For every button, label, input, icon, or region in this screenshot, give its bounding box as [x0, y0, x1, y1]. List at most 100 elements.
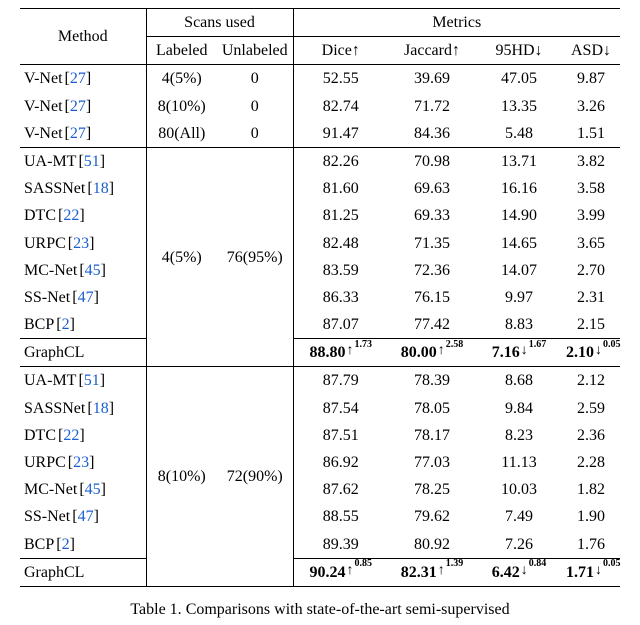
col-dice: Dice↑ — [293, 37, 388, 65]
table-caption: Table 1. Comparisons with state-of-the-a… — [20, 601, 620, 619]
method-name: V-Net — [24, 67, 63, 90]
metric-95hd: 7.16↓1.67 — [476, 339, 562, 367]
caption-text: Comparisons with state-of-the-art semi-s… — [186, 601, 510, 618]
method-name: V-Net — [24, 122, 63, 145]
table-row: MC-Net [45] 87.62 78.25 10.03 1.82 — [20, 476, 620, 503]
method-cell: GraphCL — [20, 558, 146, 586]
metric-95hd: 47.05 — [476, 65, 562, 93]
metric-asd: 1.51 — [562, 120, 620, 148]
method-cite: [27] — [65, 122, 92, 145]
method-name: DTC — [24, 424, 56, 447]
metric-95hd: 16.16 — [476, 175, 562, 202]
table-row: SASSNet [18] 81.60 69.63 16.16 3.58 — [20, 175, 620, 202]
metric-jaccard: 82.31↑1.39 — [388, 558, 476, 586]
metric-dice: 87.62 — [293, 476, 388, 503]
metric-95hd: 7.26 — [476, 531, 562, 559]
table-header-row: Method Scans used Metrics — [20, 9, 620, 37]
metric-95hd: 13.71 — [476, 147, 562, 175]
metric-95hd: 10.03 — [476, 476, 562, 503]
metric-jaccard: 80.00↑2.58 — [388, 339, 476, 367]
table-row: V-Net [27] 8(10%) 0 82.74 71.72 13.35 3.… — [20, 93, 620, 120]
unlabeled-cell: 76(95%) — [217, 147, 293, 367]
arrow-down-icon: ↓ — [520, 561, 529, 581]
method-cite: [22] — [58, 424, 85, 447]
metric-dice: 81.60 — [293, 175, 388, 202]
metric-asd: 2.31 — [562, 284, 620, 311]
method-name: MC-Net — [24, 259, 77, 282]
metric-dice: 87.79 — [293, 367, 388, 395]
method-cite: [2] — [56, 313, 75, 336]
table-row: URPC [23] 82.48 71.35 14.65 3.65 — [20, 230, 620, 257]
method-name: UA-MT — [24, 150, 76, 173]
unlabeled-cell: 72(90%) — [217, 367, 293, 587]
metric-jaccard: 76.15 — [388, 284, 476, 311]
metric-asd: 3.58 — [562, 175, 620, 202]
arrow-up-icon: ↑ — [437, 561, 446, 581]
method-name: SS-Net — [24, 505, 70, 528]
metric-dice: 86.92 — [293, 449, 388, 476]
method-cite: [27] — [65, 95, 92, 118]
method-name: SASSNet — [24, 177, 85, 200]
col-scans-used: Scans used — [146, 9, 293, 37]
method-name: UA-MT — [24, 369, 76, 392]
metric-dice: 91.47 — [293, 120, 388, 148]
method-cell: MC-Net [45] — [20, 257, 146, 284]
table-row-graphcl: GraphCL 88.80↑1.73 80.00↑2.58 7.16↓1.67 … — [20, 339, 620, 367]
method-cell: SASSNet [18] — [20, 175, 146, 202]
labeled-cell: 8(10%) — [146, 367, 217, 587]
caption-prefix: Table 1. — [130, 601, 185, 618]
metric-jaccard: 78.25 — [388, 476, 476, 503]
metric-dice: 88.80↑1.73 — [293, 339, 388, 367]
method-cell: BCP [2] — [20, 311, 146, 339]
metric-95hd: 8.83 — [476, 311, 562, 339]
method-cite: [23] — [68, 451, 95, 474]
method-name: URPC — [24, 232, 66, 255]
method-cell: SS-Net [47] — [20, 284, 146, 311]
metric-asd: 2.36 — [562, 422, 620, 449]
metric-jaccard: 72.36 — [388, 257, 476, 284]
metric-asd: 3.82 — [562, 147, 620, 175]
method-name: URPC — [24, 451, 66, 474]
metric-asd: 9.87 — [562, 65, 620, 93]
method-cite: [2] — [56, 533, 75, 556]
metric-95hd: 9.97 — [476, 284, 562, 311]
metric-dice: 82.74 — [293, 93, 388, 120]
metric-95hd: 14.65 — [476, 230, 562, 257]
metric-dice: 90.24↑0.85 — [293, 558, 388, 586]
metric-dice: 82.48 — [293, 230, 388, 257]
table-row: MC-Net [45] 83.59 72.36 14.07 2.70 — [20, 257, 620, 284]
arrow-down-icon: ↓ — [520, 341, 529, 361]
metric-jaccard: 77.03 — [388, 449, 476, 476]
method-cite: [23] — [68, 232, 95, 255]
table-row: UA-MT [51] 4(5%) 76(95%) 82.26 70.98 13.… — [20, 147, 620, 175]
method-cell: V-Net [27] — [20, 120, 146, 148]
metric-asd: 2.12 — [562, 367, 620, 395]
method-cite: [18] — [87, 397, 114, 420]
method-name: SASSNet — [24, 397, 85, 420]
method-cite: [22] — [58, 204, 85, 227]
col-unlabeled: Unlabeled — [217, 37, 293, 65]
table-row: BCP [2] 89.39 80.92 7.26 1.76 — [20, 531, 620, 559]
metric-95hd: 14.90 — [476, 202, 562, 229]
col-labeled: Labeled — [146, 37, 217, 65]
labeled-cell: 4(5%) — [146, 147, 217, 367]
arrow-up-icon: ↑ — [346, 561, 355, 581]
metric-asd: 2.15 — [562, 311, 620, 339]
labeled-cell: 80(All) — [146, 120, 217, 148]
metric-95hd: 13.35 — [476, 93, 562, 120]
labeled-cell: 4(5%) — [146, 65, 217, 93]
method-cell: UA-MT [51] — [20, 147, 146, 175]
metric-dice: 82.26 — [293, 147, 388, 175]
table-row: BCP [2] 87.07 77.42 8.83 2.15 — [20, 311, 620, 339]
method-name: SS-Net — [24, 286, 70, 309]
results-table: Method Scans used Metrics Labeled Unlabe… — [20, 8, 620, 587]
table-row: SS-Net [47] 86.33 76.15 9.97 2.31 — [20, 284, 620, 311]
metric-95hd: 9.84 — [476, 395, 562, 422]
method-cite: [45] — [79, 259, 106, 282]
method-cite: [27] — [65, 67, 92, 90]
metric-jaccard: 71.35 — [388, 230, 476, 257]
metric-dice: 86.33 — [293, 284, 388, 311]
metric-dice: 89.39 — [293, 531, 388, 559]
metric-asd: 1.90 — [562, 503, 620, 530]
table-wrapper: Method Scans used Metrics Labeled Unlabe… — [0, 0, 640, 625]
